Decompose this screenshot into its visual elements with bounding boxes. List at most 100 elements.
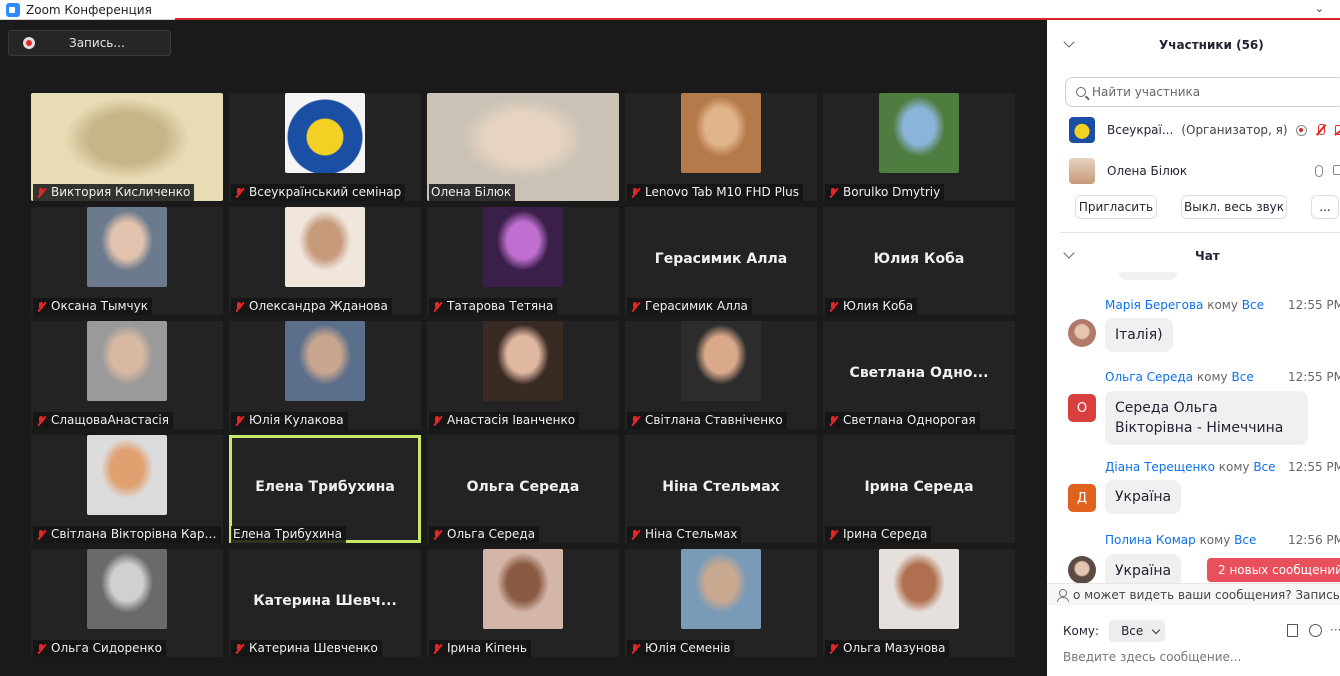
participant-video-tile[interactable]: Ірина Кіпень xyxy=(427,549,619,657)
participant-video-tile[interactable]: Елена Трибухина Елена Трибухина xyxy=(229,435,421,543)
participant-search-input[interactable]: Найти участника xyxy=(1065,77,1340,107)
mic-icon[interactable] xyxy=(1315,165,1323,177)
participant-video-tile[interactable]: Катерина Шевч... Катерина Шевченко xyxy=(229,549,421,657)
chat-tools: ··· xyxy=(1287,623,1340,637)
mute-all-button[interactable]: Выкл. весь звук xyxy=(1181,195,1287,219)
participant-display-name: Юлия Коба xyxy=(873,251,965,267)
video-off-icon[interactable] xyxy=(1334,125,1340,135)
participant-video-tile[interactable]: Герасимик Алла Герасимик Алла xyxy=(625,207,817,315)
participant-video-tile[interactable]: Олена Білюк xyxy=(427,93,619,201)
participant-video-tile[interactable]: Светлана Одно... Светлана Однорогая xyxy=(823,321,1015,429)
participant-name-label: Олександра Жданова xyxy=(231,298,392,315)
privacy-notice[interactable]: о может видеть ваши сообщения? Запись вк… xyxy=(1047,583,1340,605)
participant-name: Світлана Вікторівна Карск... xyxy=(51,527,217,541)
message-time: 12:56 PM xyxy=(1288,533,1340,547)
title-bar: Zoom Конференция ⌄ xyxy=(0,0,1340,20)
participant-name-label: Герасимик Алла xyxy=(627,298,752,315)
participant-name-label: Юлия Коба xyxy=(825,298,918,315)
participant-name-label: Ірина Середа xyxy=(825,526,932,543)
mic-muted-icon[interactable] xyxy=(1315,124,1327,136)
participant-video-tile[interactable]: Світлана Ставніченко xyxy=(625,321,817,429)
participant-display-name: Светлана Одно... xyxy=(849,365,989,381)
participant-name-label: Олена Білюк xyxy=(429,184,516,201)
message-time: 12:55 PM xyxy=(1288,460,1340,474)
previous-message-bubble xyxy=(1119,272,1177,280)
participant-video-tile[interactable]: СлащоваАнастасія xyxy=(31,321,223,429)
privacy-notice-text: о может видеть ваши сообщения? Запись вк… xyxy=(1073,587,1340,602)
participant-photo xyxy=(87,549,167,629)
participant-row[interactable]: Олена Білюк xyxy=(1069,158,1340,184)
message-bubble[interactable]: Середа Ольга Вікторівна - Німеччина xyxy=(1105,391,1308,445)
participant-video-tile[interactable]: Світлана Вікторівна Карск... xyxy=(31,435,223,543)
participants-header: Участники (56) xyxy=(1047,30,1340,60)
message-bubble[interactable]: Італія) xyxy=(1105,318,1173,352)
message-input[interactable]: Введите здесь сообщение... xyxy=(1063,650,1241,664)
participant-video-tile[interactable]: Lenovo Tab M10 FHD Plus xyxy=(625,93,817,201)
emoji-icon[interactable] xyxy=(1309,623,1322,637)
participant-name: Светлана Однорогая xyxy=(843,413,976,427)
mic-muted-icon xyxy=(629,187,641,199)
mic-muted-icon xyxy=(35,415,47,427)
message-header: Марія Берегова кому Все xyxy=(1105,298,1264,312)
sender-name[interactable]: Діана Терещенко xyxy=(1105,460,1215,474)
message-header: Ольга Середа кому Все xyxy=(1105,370,1254,384)
record-icon xyxy=(23,37,35,49)
message-time: 12:55 PM xyxy=(1288,370,1340,384)
participant-video-tile[interactable]: Анастасія Іванченко xyxy=(427,321,619,429)
participant-photo xyxy=(879,93,959,173)
mic-muted-icon xyxy=(431,529,443,541)
participant-video-tile[interactable]: Ольга Середа Ольга Середа xyxy=(427,435,619,543)
sender-name[interactable]: Ольга Середа xyxy=(1105,370,1193,384)
participant-name: Оксана Тымчук xyxy=(51,299,148,313)
mic-muted-icon xyxy=(629,301,641,313)
sender-avatar: О xyxy=(1068,394,1096,422)
participant-video-tile[interactable]: Ольга Мазунова xyxy=(823,549,1015,657)
to-word: кому xyxy=(1218,460,1250,474)
new-messages-badge[interactable]: 2 новых сообщений xyxy=(1207,558,1340,582)
recipient-value: Все xyxy=(1121,624,1144,638)
participant-photo xyxy=(483,321,563,401)
more-button[interactable]: ... xyxy=(1311,195,1339,219)
participant-name-label: Світлана Ставніченко xyxy=(627,412,787,429)
chevron-down-icon[interactable]: ⌄ xyxy=(1315,2,1324,15)
participant-video-tile[interactable]: Оксана Тымчук xyxy=(31,207,223,315)
participant-video-tile[interactable]: Borulko Dmytriy xyxy=(823,93,1015,201)
participant-name: Герасимик Алла xyxy=(645,299,748,313)
participant-video-tile[interactable]: Ірина Середа Ірина Середа xyxy=(823,435,1015,543)
participant-video-tile[interactable]: Всеукраїнський семінар xyxy=(229,93,421,201)
recipient-name: Все xyxy=(1231,370,1254,384)
participant-name-label: Всеукраїнський семінар xyxy=(231,184,406,201)
collapse-chevron-icon[interactable] xyxy=(1063,36,1075,48)
participant-video-tile[interactable]: Ніна Стельмах Ніна Стельмах xyxy=(625,435,817,543)
participant-name: Всеукраїнський семінар xyxy=(249,185,402,199)
participant-row-host[interactable]: Всеукраї... (Организатор, я) xyxy=(1069,117,1340,143)
sender-name[interactable]: Полина Комар xyxy=(1105,533,1196,547)
recording-label: Запись... xyxy=(69,36,125,50)
participant-video-tile[interactable]: Олександра Жданова xyxy=(229,207,421,315)
mic-muted-icon xyxy=(233,415,245,427)
participant-photo xyxy=(483,207,563,287)
participant-video-tile[interactable]: Юлия Коба Юлия Коба xyxy=(823,207,1015,315)
participant-name-label: Катерина Шевченко xyxy=(231,640,382,657)
participant-photo xyxy=(285,93,365,173)
recipient-select[interactable]: Все xyxy=(1109,620,1166,642)
search-placeholder: Найти участника xyxy=(1092,85,1201,99)
participant-video-tile[interactable]: Виктория Кисличенко xyxy=(31,93,223,201)
invite-button[interactable]: Пригласить xyxy=(1075,195,1157,219)
file-icon[interactable] xyxy=(1287,623,1298,637)
participant-name: Татарова Тетяна xyxy=(447,299,554,313)
more-icon[interactable]: ··· xyxy=(1330,623,1340,637)
collapse-chevron-icon[interactable] xyxy=(1063,247,1075,259)
sender-name[interactable]: Марія Берегова xyxy=(1105,298,1203,312)
recording-button[interactable]: Запись... xyxy=(8,30,171,56)
mic-muted-icon xyxy=(629,529,641,541)
participants-title: Участники (56) xyxy=(1159,38,1264,52)
participant-name: СлащоваАнастасія xyxy=(51,413,169,427)
mic-muted-icon xyxy=(827,415,839,427)
participant-video-tile[interactable]: Татарова Тетяна xyxy=(427,207,619,315)
participant-video-tile[interactable]: Ольга Сидоренко xyxy=(31,549,223,657)
participant-video-tile[interactable]: Юлія Кулакова xyxy=(229,321,421,429)
participant-video-tile[interactable]: Юлія Семенів xyxy=(625,549,817,657)
video-icon[interactable] xyxy=(1333,165,1340,175)
message-bubble[interactable]: Україна xyxy=(1105,480,1182,514)
